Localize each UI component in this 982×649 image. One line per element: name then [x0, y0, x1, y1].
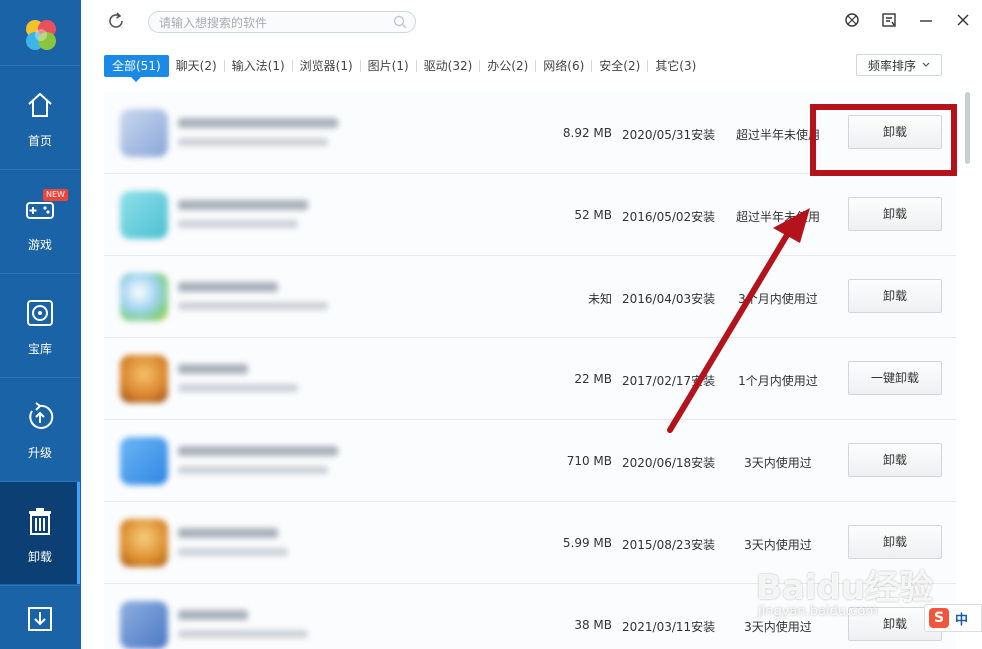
install-date: 2017/02/17安装 [622, 374, 716, 388]
feedback-icon[interactable] [881, 12, 897, 28]
tab-all[interactable]: 全部(51) [104, 55, 169, 82]
sidebar-item-label: 宝库 [27, 342, 52, 356]
refresh-icon[interactable] [106, 11, 126, 31]
skin-icon[interactable] [844, 12, 860, 28]
usage-status: 3天内使用过 [744, 620, 812, 634]
tab-browser[interactable]: 浏览器(1) [293, 55, 360, 77]
usage-status: 3个月内使用过 [738, 292, 818, 306]
sidebar: 首页 NEW 游戏 宝库 升级 卸载 [0, 0, 81, 649]
install-date: 2016/05/02安装 [622, 210, 716, 224]
usage-status: 3天内使用过 [744, 538, 812, 552]
gamepad-icon [26, 202, 54, 219]
uninstall-button[interactable]: 卸载 [848, 525, 942, 559]
upgrade-icon [29, 402, 54, 429]
app-name-blurred [178, 200, 308, 210]
app-name-blurred [178, 610, 248, 620]
install-date: 2020/05/31安装 [622, 128, 716, 142]
chevron-down-icon [922, 62, 930, 67]
app-name-blurred [178, 364, 248, 374]
tab-image[interactable]: 图片(1) [361, 55, 416, 77]
sidebar-item-label: 游戏 [27, 238, 52, 252]
sogou-ime-icon: S [929, 608, 949, 628]
app-name-blurred [178, 446, 338, 456]
app-icon [120, 355, 168, 403]
disc-icon [27, 300, 53, 326]
app-name-blurred [178, 528, 278, 538]
app-icon [120, 273, 168, 321]
app-desc-blurred [178, 466, 328, 474]
annotation-highlight-box [810, 104, 957, 176]
app-size: 未知 [587, 292, 612, 306]
ime-mode-label: 中 [955, 612, 969, 628]
uninstall-button[interactable]: 卸载 [848, 443, 942, 477]
app-size: 710 MB [566, 454, 612, 468]
table-row[interactable]: 未知 2016/04/03安装 3个月内使用过 卸载 [104, 256, 956, 338]
app-size: 8.92 MB [562, 126, 612, 140]
list-scrollbar[interactable] [965, 92, 970, 164]
sidebar-item-uninstall[interactable]: 卸载 [0, 481, 80, 584]
search-box[interactable] [148, 11, 416, 33]
app-size: 5.99 MB [562, 536, 612, 550]
uninstall-button[interactable]: 卸载 [848, 279, 942, 313]
table-row[interactable]: 22 MB 2017/02/17安装 1个月内使用过 一键卸载 [104, 338, 956, 420]
app-desc-blurred [178, 384, 298, 392]
search-input[interactable] [159, 13, 389, 33]
tab-chat[interactable]: 聊天(2) [169, 55, 224, 77]
app-size: 52 MB [574, 208, 612, 222]
app-size: 38 MB [574, 618, 612, 632]
usage-status: 3天内使用过 [744, 456, 812, 470]
uninstall-button[interactable]: 卸载 [848, 197, 942, 231]
close-icon[interactable] [955, 12, 971, 28]
sidebar-item-games[interactable]: NEW 游戏 [0, 169, 80, 272]
app-icon [120, 109, 168, 157]
tab-network[interactable]: 网络(6) [536, 55, 591, 77]
one-click-uninstall-button[interactable]: 一键卸载 [848, 361, 942, 395]
trash-icon [29, 508, 51, 535]
app-icon [120, 519, 168, 567]
tab-security[interactable]: 安全(2) [592, 55, 647, 77]
app-icon [120, 437, 168, 485]
app-desc-blurred [178, 138, 328, 146]
install-date: 2016/04/03安装 [622, 292, 716, 306]
baidu-jingyan-watermark: Baidu经验 [756, 568, 934, 608]
sidebar-item-download[interactable] [0, 585, 80, 649]
usage-status: 超过半年未使用 [735, 210, 820, 224]
watermark-url: jingyan.baidu.com [758, 604, 878, 619]
usage-status: 1个月内使用过 [738, 374, 818, 388]
minimize-icon[interactable] [918, 12, 934, 28]
install-date: 2021/03/11安装 [622, 620, 716, 634]
sort-label: 频率排序 [867, 58, 916, 73]
sidebar-item-label: 升级 [27, 446, 52, 460]
table-row[interactable]: 52 MB 2016/05/02安装 超过半年未使用 卸载 [104, 174, 956, 256]
sidebar-item-label: 卸载 [27, 550, 52, 564]
app-desc-blurred [178, 630, 308, 638]
home-icon [28, 92, 52, 117]
app-size: 22 MB [574, 372, 612, 386]
search-icon[interactable] [393, 15, 407, 29]
sidebar-item-upgrade[interactable]: 升级 [0, 377, 80, 480]
category-tabs: 全部(51) 聊天(2) 输入法(1) 浏览器(1) 图片(1) 驱动(32) … [104, 55, 703, 82]
app-logo-icon[interactable] [24, 18, 58, 52]
ime-indicator[interactable]: S 中 [924, 604, 982, 632]
install-date: 2015/08/23安装 [622, 538, 716, 552]
install-date: 2020/06/18安装 [622, 456, 716, 470]
app-desc-blurred [178, 302, 328, 310]
tab-input-method[interactable]: 输入法(1) [225, 55, 292, 77]
app-name-blurred [178, 282, 278, 292]
tab-driver[interactable]: 驱动(32) [417, 55, 480, 77]
tab-other[interactable]: 其它(3) [648, 55, 703, 77]
sidebar-item-home[interactable]: 首页 [0, 65, 80, 168]
sidebar-item-library[interactable]: 宝库 [0, 273, 80, 376]
app-icon [120, 601, 168, 649]
download-icon [28, 607, 52, 631]
app-desc-blurred [178, 548, 288, 556]
sort-dropdown[interactable]: 频率排序 [856, 54, 942, 76]
app-desc-blurred [178, 220, 298, 228]
sidebar-item-label: 首页 [27, 134, 52, 148]
app-icon [120, 191, 168, 239]
table-row[interactable]: 710 MB 2020/06/18安装 3天内使用过 卸载 [104, 420, 956, 502]
tab-office[interactable]: 办公(2) [480, 55, 535, 77]
app-name-blurred [178, 118, 338, 128]
